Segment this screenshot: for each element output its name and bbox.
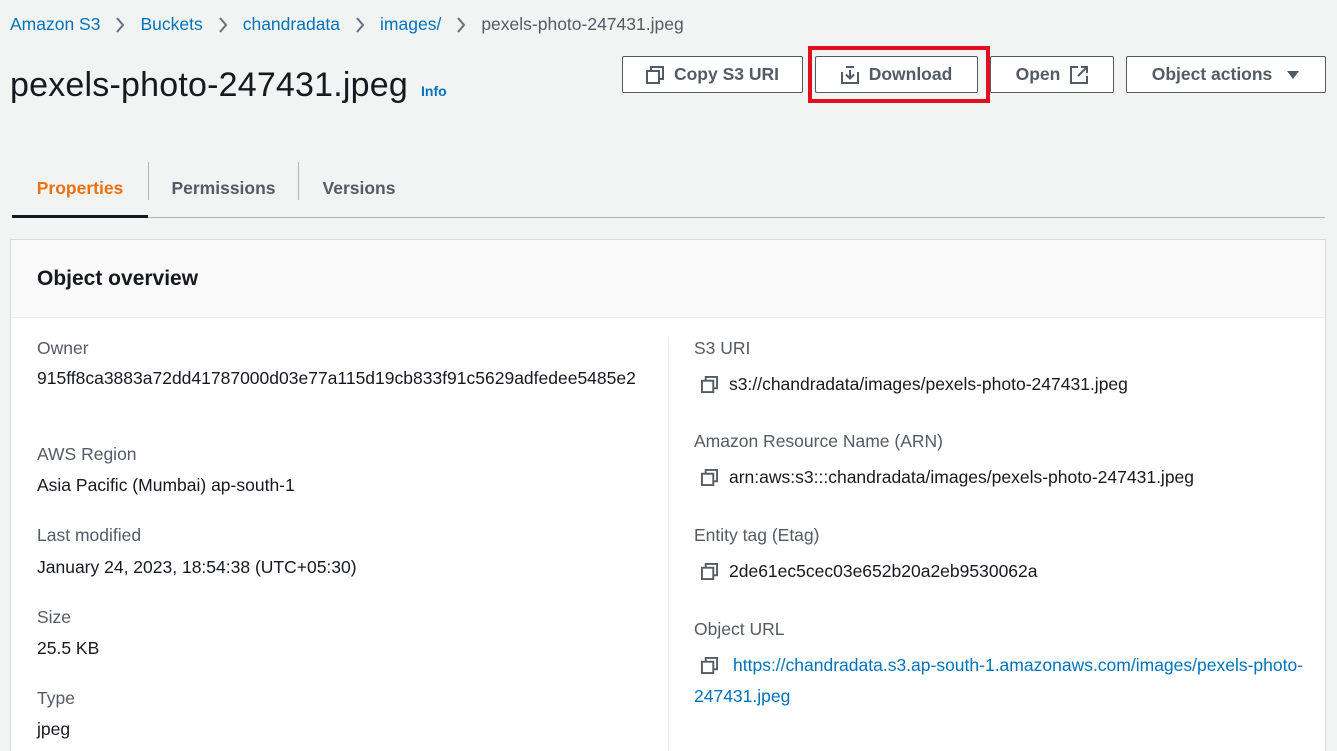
s3-uri-label: S3 URI	[694, 338, 751, 358]
copy-icon[interactable]	[701, 369, 729, 400]
breadcrumb-amazon-s3[interactable]: Amazon S3	[10, 14, 100, 35]
copy-s3-uri-button[interactable]: Copy S3 URI	[622, 56, 803, 93]
copy-icon	[645, 65, 664, 84]
external-link-icon	[1070, 65, 1089, 84]
breadcrumb-folder[interactable]: images/	[380, 14, 441, 35]
copy-icon[interactable]	[701, 556, 729, 587]
last-modified-value: January 24, 2023, 18:54:38 (UTC+05:30)	[37, 557, 357, 577]
type-label: Type	[37, 688, 75, 708]
owner-value: 915ff8ca3883a72dd41787000d03e77a115d19cb…	[37, 368, 636, 388]
breadcrumb-current: pexels-photo-247431.jpeg	[481, 13, 684, 34]
tab-permissions[interactable]: Permissions	[149, 160, 298, 217]
object-actions-label: Object actions	[1151, 64, 1273, 84]
copy-icon[interactable]	[701, 462, 729, 493]
breadcrumb: Amazon S3 Buckets chandradata images/ pe…	[10, 13, 684, 35]
page-title: pexels-photo-247431.jpeg	[10, 66, 408, 104]
panel-header: Object overview	[11, 240, 1325, 318]
owner-label: Owner	[37, 338, 89, 358]
size-value: 25.5 KB	[37, 638, 100, 658]
last-modified-label: Last modified	[37, 525, 142, 545]
object-url-link[interactable]: https://chandradata.s3.ap-south-1.amazon…	[694, 655, 1303, 706]
info-link[interactable]: Info	[421, 83, 447, 99]
arn-value: arn:aws:s3:::chandradata/images/pexels-p…	[729, 467, 1195, 487]
breadcrumb-buckets[interactable]: Buckets	[140, 14, 202, 35]
etag-row: 2de61ec5cec03e652b20a2eb9530062a	[701, 556, 1038, 587]
etag-value: 2de61ec5cec03e652b20a2eb9530062a	[729, 561, 1038, 581]
copy-icon[interactable]	[701, 650, 733, 681]
copy-s3-uri-label: Copy S3 URI	[673, 64, 780, 84]
chevron-right-icon	[100, 14, 140, 35]
arn-row: arn:aws:s3:::chandradata/images/pexels-p…	[701, 462, 1194, 493]
region-value: Asia Pacific (Mumbai) ap-south-1	[37, 475, 295, 495]
panel-title: Object overview	[37, 266, 199, 290]
breadcrumb-bucket[interactable]: chandradata	[243, 14, 340, 35]
object-url-label: Object URL	[694, 619, 785, 639]
download-highlight-box	[808, 46, 990, 103]
title-row: pexels-photo-247431.jpeg Info	[10, 66, 447, 105]
object-url-row: https://chandradata.s3.ap-south-1.amazon…	[694, 650, 1304, 712]
tab-bar: Properties Permissions Versions	[12, 160, 1325, 218]
object-overview-panel: Object overview Owner 915ff8ca3883a72dd4…	[10, 239, 1326, 751]
arn-label: Amazon Resource Name (ARN)	[694, 431, 943, 451]
tab-versions[interactable]: Versions	[299, 160, 419, 217]
tab-properties[interactable]: Properties	[12, 160, 148, 217]
s3-uri-row: s3://chandradata/images/pexels-photo-247…	[701, 369, 1128, 400]
type-value: jpeg	[37, 719, 71, 739]
open-button[interactable]: Open	[990, 56, 1114, 93]
region-label: AWS Region	[37, 444, 137, 464]
chevron-right-icon	[441, 14, 481, 35]
open-label: Open	[1015, 64, 1061, 84]
size-label: Size	[37, 607, 72, 627]
active-tab-indicator	[12, 215, 148, 218]
chevron-right-icon	[340, 14, 380, 35]
column-divider	[668, 337, 669, 751]
object-actions-button[interactable]: Object actions	[1126, 56, 1326, 93]
s3-uri-value: s3://chandradata/images/pexels-photo-247…	[729, 374, 1128, 394]
caret-down-icon	[1286, 70, 1300, 80]
etag-label: Entity tag (Etag)	[694, 525, 820, 545]
chevron-right-icon	[203, 14, 243, 35]
